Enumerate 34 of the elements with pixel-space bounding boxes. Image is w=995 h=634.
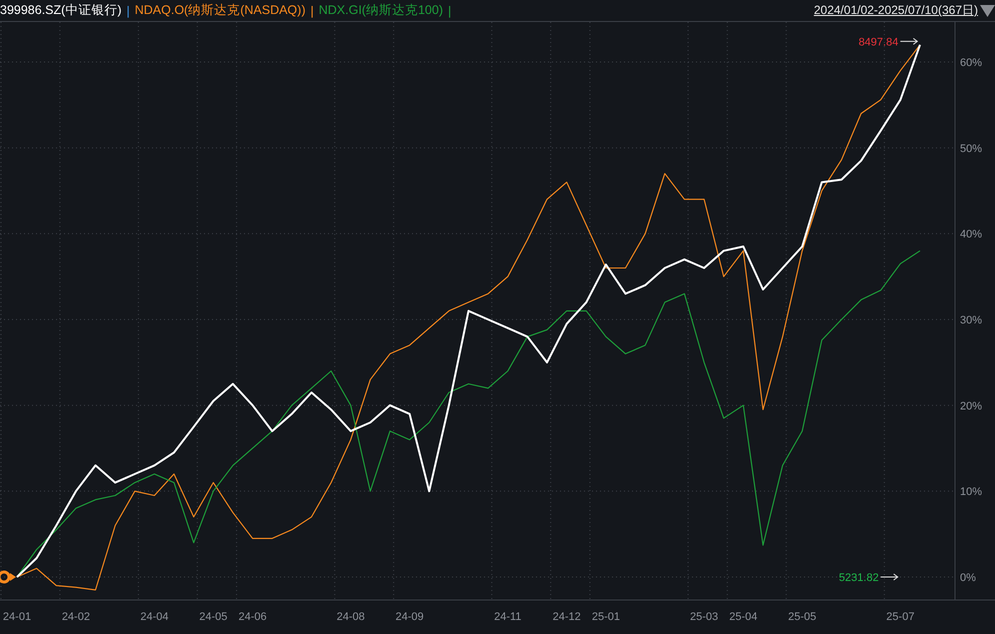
axis-label: 24-04 — [140, 611, 168, 623]
axis-label: 25-01 — [592, 611, 620, 623]
legend-separator: | — [448, 4, 452, 18]
axis-label: 50% — [960, 142, 982, 155]
axis-label: 24-09 — [396, 611, 424, 623]
axis-label: 10% — [960, 486, 982, 498]
axis-label: 25-05 — [788, 611, 816, 623]
legend-separator: | — [126, 4, 130, 18]
dropdown-icon[interactable] — [980, 4, 995, 16]
axis-label: 0% — [960, 572, 976, 584]
axis-label: 24-08 — [336, 611, 365, 623]
arrow-icon — [880, 574, 899, 580]
axis-label: 60% — [960, 57, 982, 69]
date-range-link[interactable]: 2024/01/02-2025/07/10(367日) — [814, 2, 978, 19]
arrow-icon — [900, 38, 918, 45]
axis-label: 24-05 — [199, 611, 228, 623]
legend-item[interactable]: NDX.GI(纳斯达克100) — [318, 2, 443, 19]
axis-label: 24-12 — [552, 611, 581, 623]
legend-item[interactable]: 399986.SZ(中证银行) — [0, 2, 122, 19]
axis-label: 25-03 — [690, 611, 718, 623]
axis-label: 24-01 — [2, 611, 32, 623]
axis-label: 24-06 — [238, 611, 267, 623]
value-label: 5231.82 — [838, 572, 879, 584]
axis-label: 24-11 — [494, 611, 522, 623]
value-label: 8497.84 — [858, 36, 898, 48]
legend-item[interactable]: NDAQ.O(纳斯达克(NASDAQ)) — [134, 2, 306, 19]
axis-label: 25-04 — [729, 611, 758, 623]
axis-label: 20% — [960, 400, 982, 412]
axis-label: 30% — [960, 314, 982, 326]
axis-label: 24-02 — [62, 611, 90, 623]
start-marker-icon — [0, 570, 16, 584]
legend-separator: | — [310, 4, 314, 18]
axis-label: 25-07 — [886, 611, 914, 623]
axis-label: 40% — [960, 228, 982, 241]
